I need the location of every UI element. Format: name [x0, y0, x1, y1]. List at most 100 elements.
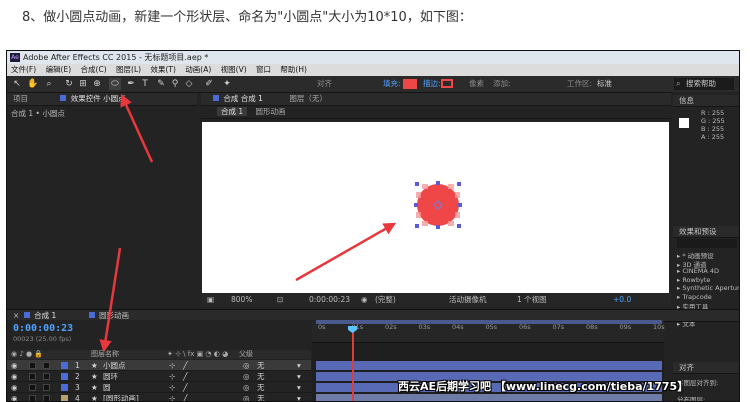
layer-name[interactable]: 圆环 [103, 371, 118, 382]
selection-tool-icon[interactable]: ↖ [11, 78, 23, 90]
layer-name[interactable]: 圆 [103, 382, 111, 393]
parent-pick-whip-icon[interactable]: ◎ [243, 360, 250, 371]
layer-duration-bar[interactable] [316, 361, 662, 370]
menu-edit[interactable]: 编辑(E) [46, 65, 72, 74]
visibility-eye-icon[interactable]: ◉ [11, 393, 18, 401]
layer-name[interactable]: [圆形动画] [103, 393, 139, 401]
parent-pick-whip-icon[interactable]: ◎ [243, 393, 250, 401]
shy-switch-icon[interactable]: ⊹ [169, 393, 175, 401]
small-dot-shape[interactable] [417, 184, 459, 226]
layer-row[interactable]: ◉ 2 ★ 圆环 ⊹ ╱ ◎ 无 ▾ [7, 371, 311, 382]
menu-layer[interactable]: 图层(L) [116, 65, 141, 74]
parent-value[interactable]: 无 [257, 393, 265, 401]
visibility-eye-icon[interactable]: ◉ [11, 360, 18, 371]
effects-category-item[interactable]: ▸ CINEMA 4D [677, 267, 719, 275]
layer-duration-bar[interactable] [316, 394, 662, 401]
handle-left[interactable] [414, 203, 418, 207]
parent-value[interactable]: 无 [257, 371, 265, 382]
handle-bottom-left[interactable] [415, 224, 419, 228]
menu-effect[interactable]: 效果(T) [150, 65, 175, 74]
effects-category-item[interactable]: ▸ Trapcode [677, 293, 712, 301]
tab-effect-controls[interactable]: 效果控件 小圆点 [71, 94, 126, 103]
fill-label[interactable]: 填充: [383, 76, 401, 92]
shy-switch-icon[interactable]: ⊹ [169, 360, 175, 371]
parent-value[interactable]: 无 [257, 382, 265, 393]
label-color-swatch[interactable] [61, 373, 68, 380]
chevron-down-icon[interactable]: ▾ [297, 393, 301, 401]
menu-help[interactable]: 帮助(H) [280, 65, 307, 74]
subtab-comp1[interactable]: 合成 1 [217, 107, 248, 116]
viewer-timecode[interactable]: 0:00:00:23 [309, 293, 350, 307]
brush-tool-icon[interactable]: ✎ [155, 78, 167, 90]
stroke-color-swatch[interactable] [441, 79, 453, 88]
visibility-eye-icon[interactable]: ◉ [11, 382, 18, 393]
eraser-tool-icon[interactable]: ◇ [183, 78, 195, 90]
solo-toggle[interactable] [29, 362, 36, 369]
visibility-eye-icon[interactable]: ◉ [11, 371, 18, 382]
composition-viewer[interactable] [202, 122, 669, 295]
quality-switch-icon[interactable]: ╱ [183, 382, 188, 393]
quality-switch-icon[interactable]: ╱ [183, 360, 188, 371]
stroke-label[interactable]: 描边: [423, 76, 441, 92]
close-tab-icon[interactable]: × [13, 311, 19, 320]
chevron-down-icon[interactable]: ▾ [297, 371, 301, 382]
layer-row[interactable]: ◉ 1 ★ 小圆点 ⊹ ╱ ◎ 无 ▾ [7, 360, 311, 371]
shy-switch-icon[interactable]: ⊹ [169, 371, 175, 382]
effects-category-item[interactable]: ▸ Synthetic Aperture [677, 284, 739, 292]
fill-color-swatch[interactable] [403, 79, 417, 89]
effects-search-field[interactable] [677, 239, 737, 248]
menu-window[interactable]: 窗口 [256, 65, 271, 74]
solo-toggle[interactable] [29, 373, 36, 380]
handle-right[interactable] [458, 203, 462, 207]
camera-tool-icon[interactable]: ⊞ [77, 78, 89, 90]
workspace-select[interactable]: 标准 [597, 76, 612, 92]
handle-top-left[interactable] [415, 182, 419, 186]
label-color-swatch[interactable] [61, 384, 68, 391]
views-layout-select[interactable]: 1 个视图 [517, 293, 547, 307]
chevron-down-icon[interactable]: ▾ [297, 360, 301, 371]
time-ruler[interactable]: 0s 01s 02s 03s 04s 05s 06s 07s 08s 09s 10s [312, 320, 665, 343]
timeline-tab-comp1[interactable]: 合成 1 [34, 311, 56, 320]
resolution-select[interactable]: (完整) [375, 293, 396, 307]
handle-bottom-right[interactable] [457, 224, 461, 228]
menu-composition[interactable]: 合成(C) [81, 65, 107, 74]
rotate-tool-icon[interactable]: ↻ [63, 78, 75, 90]
menu-animation[interactable]: 动画(A) [185, 65, 211, 74]
quality-switch-icon[interactable]: ╱ [183, 393, 188, 401]
label-color-swatch[interactable] [61, 395, 68, 401]
layer-name[interactable]: 小圆点 [103, 360, 126, 371]
handle-bottom[interactable] [436, 225, 440, 229]
hand-tool-icon[interactable]: ✋ [27, 78, 39, 90]
chevron-down-icon[interactable]: ▾ [297, 382, 301, 393]
handle-top-right[interactable] [457, 182, 461, 186]
search-help-box[interactable]: ⌕ 搜索帮助 [674, 78, 734, 90]
current-time-indicator[interactable] [352, 330, 354, 401]
camera-icon[interactable]: ◉ [361, 293, 368, 307]
clone-stamp-tool-icon[interactable]: ⚲ [169, 78, 181, 90]
camera-view-select[interactable]: 活动摄像机 [449, 293, 487, 307]
subtab-circle-anim[interactable]: 圆形动画 [256, 107, 286, 116]
ellipse-tool-icon[interactable]: ⬭ [109, 78, 121, 90]
timeline-tab-circle-anim[interactable]: 圆形动画 [99, 311, 129, 320]
puppet-pin-tool-icon[interactable]: ✦ [221, 78, 233, 90]
parent-value[interactable]: 无 [257, 360, 265, 371]
lock-toggle[interactable] [43, 395, 50, 401]
layer-row[interactable]: ◉ 4 ★ [圆形动画] ⊹ ╱ ◎ 无 ▾ [7, 393, 311, 401]
menu-view[interactable]: 视图(V) [221, 65, 247, 74]
layer-row[interactable]: ◉ 3 ★ 圆 ⊹ ╱ ◎ 无 ▾ [7, 382, 311, 393]
pan-behind-tool-icon[interactable]: ⊕ [91, 78, 103, 90]
lock-toggle[interactable] [43, 384, 50, 391]
solo-toggle[interactable] [29, 395, 36, 401]
handle-top[interactable] [436, 181, 440, 185]
pen-tool-icon[interactable]: ✒ [125, 78, 137, 90]
lock-toggle[interactable] [43, 362, 50, 369]
zoom-select[interactable]: 800% [231, 293, 252, 307]
label-color-swatch[interactable] [61, 362, 68, 369]
exposure-value[interactable]: +0.0 [613, 293, 631, 307]
solo-toggle[interactable] [29, 384, 36, 391]
add-label[interactable]: 添加: [493, 76, 511, 92]
quality-switch-icon[interactable]: ╱ [183, 371, 188, 382]
tab-layer-viewer[interactable]: 图层（无） [289, 94, 327, 103]
tab-composition[interactable]: 合成 合成 1 [223, 94, 263, 103]
snapshot-icon[interactable]: ⊡ [277, 293, 283, 307]
